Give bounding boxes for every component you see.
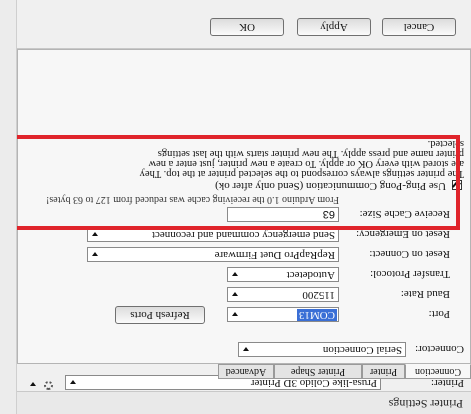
reset-on-connect-label: Reset on Connect: xyxy=(369,248,450,260)
tab-advanced[interactable]: Advanced xyxy=(218,364,274,379)
apply-button[interactable]: Apply xyxy=(297,18,371,36)
port-label: Port: xyxy=(428,308,450,320)
ok-button[interactable]: OK xyxy=(210,18,284,36)
chevron-down-icon xyxy=(92,252,98,256)
printer-settings-control[interactable] xyxy=(25,376,61,394)
chevron-down-icon xyxy=(92,232,98,236)
chevron-down-icon xyxy=(30,382,36,386)
printer-settings-window: Printer Settings Printer: Prusa-like Col… xyxy=(0,0,471,414)
port-select-value: COM13 xyxy=(296,309,337,321)
baud-rate-select[interactable]: 115200 xyxy=(227,287,339,302)
title-bar: Printer Settings xyxy=(0,391,471,414)
reset-on-connect-value: RepRapPro Duet Firmware xyxy=(214,249,335,261)
baud-rate-label: Baud Rate: xyxy=(400,288,450,300)
chevron-down-icon xyxy=(232,312,238,316)
connector-label: Connector: xyxy=(415,343,464,355)
transfer-protocol-value: Autodetect xyxy=(286,269,335,281)
window-title: Printer Settings xyxy=(388,397,463,411)
chevron-down-icon xyxy=(232,292,238,296)
transfer-protocol-select[interactable]: Autodetect xyxy=(227,267,339,282)
tab-printer[interactable]: Printer xyxy=(362,364,405,379)
cancel-button[interactable]: Cancel xyxy=(382,18,456,36)
dialog-button-bar: Cancel Apply OK xyxy=(0,0,471,49)
highlight-box xyxy=(12,135,460,230)
reset-on-emergency-value: Send emergency command and reconnect xyxy=(151,229,335,241)
connector-select-value: Serial Connection xyxy=(322,344,402,356)
port-select[interactable]: COM13 xyxy=(227,307,339,322)
scrollbar[interactable] xyxy=(0,0,17,414)
chevron-down-icon xyxy=(70,380,76,384)
rotated-screenshot: Printer Settings Printer: Prusa-like Col… xyxy=(0,0,471,414)
reset-on-connect-select[interactable]: RepRapPro Duet Firmware xyxy=(87,247,339,262)
tab-printer-shape[interactable]: Printer Shape xyxy=(274,364,362,379)
tab-connection[interactable]: Connection xyxy=(405,364,471,379)
chevron-down-icon xyxy=(243,347,249,351)
gear-icon xyxy=(44,381,53,390)
chevron-down-icon xyxy=(232,272,238,276)
refresh-ports-button[interactable]: Refresh Ports xyxy=(115,306,205,324)
connector-select[interactable]: Serial Connection xyxy=(238,342,406,357)
baud-rate-value: 115200 xyxy=(302,289,335,301)
transfer-protocol-label: Transfer Protocol: xyxy=(370,268,450,280)
